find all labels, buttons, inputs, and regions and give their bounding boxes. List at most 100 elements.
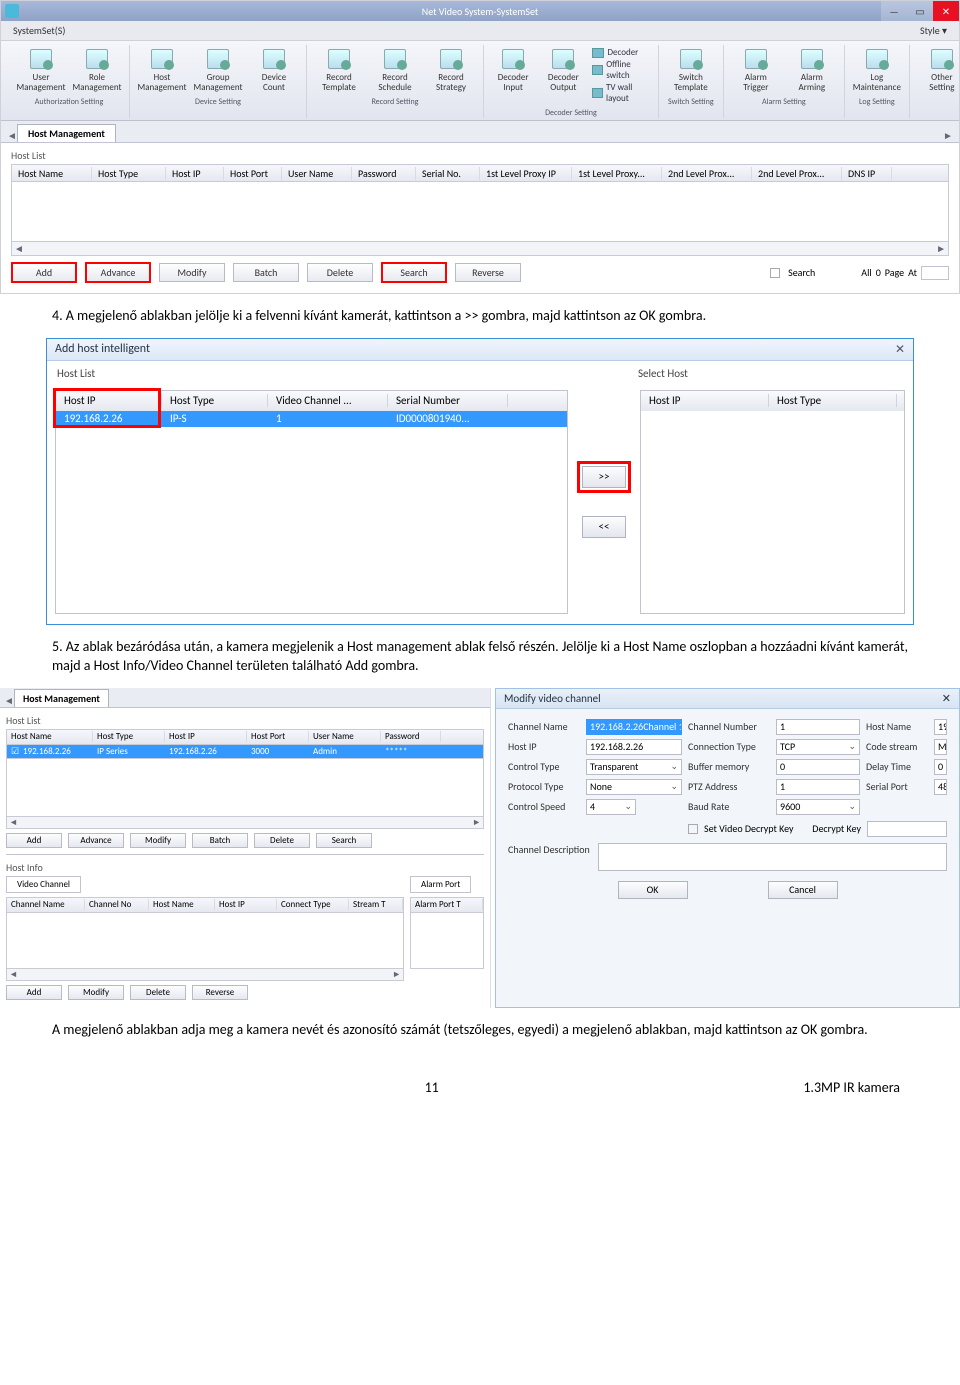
- close-icon[interactable]: ✕: [895, 342, 905, 357]
- column-header[interactable]: Host Port: [224, 167, 282, 180]
- advance-button[interactable]: Advance: [85, 262, 151, 283]
- serial-select[interactable]: 485-1: [934, 779, 947, 795]
- column-header[interactable]: 1st Level Proxy...: [572, 167, 662, 180]
- buffer-input[interactable]: 0: [776, 759, 860, 775]
- back-button[interactable]: <<: [582, 516, 626, 538]
- delete-button[interactable]: Delete: [307, 263, 373, 282]
- toolbar-role[interactable]: RoleManagement: [71, 45, 123, 95]
- scrollbar[interactable]: ◄►: [6, 817, 484, 829]
- scrollbar[interactable]: ◄►: [6, 969, 404, 981]
- column-header[interactable]: Serial Number: [388, 394, 508, 407]
- table-body[interactable]: [641, 411, 904, 613]
- column-header[interactable]: Serial No.: [416, 167, 480, 180]
- channel-desc-input[interactable]: [598, 843, 947, 871]
- column-header[interactable]: Host IP: [215, 899, 277, 910]
- table-body[interactable]: [6, 759, 484, 817]
- column-header[interactable]: Host Name: [7, 731, 93, 742]
- modify-button[interactable]: Modify: [159, 263, 225, 282]
- table-cell[interactable]: *****: [381, 746, 441, 757]
- reverse-button[interactable]: Reverse: [192, 985, 248, 1000]
- column-header[interactable]: Host Type: [162, 394, 268, 407]
- add-button[interactable]: Add: [11, 262, 77, 283]
- table-cell[interactable]: 192.168.2.26: [19, 746, 93, 757]
- column-header[interactable]: Password: [381, 731, 441, 742]
- toolbar-user[interactable]: UserManagement: [15, 45, 67, 95]
- column-header[interactable]: Channel No: [85, 899, 149, 910]
- column-header[interactable]: Host Name: [12, 167, 92, 180]
- toolbar-device[interactable]: DeviceCount: [248, 45, 300, 95]
- table-cell[interactable]: 192.168.2.26: [165, 746, 247, 757]
- add-host-titlebar[interactable]: Add host intelligent ✕: [47, 339, 913, 361]
- column-header[interactable]: User Name: [282, 167, 352, 180]
- toolbar-record[interactable]: RecordTemplate: [313, 45, 365, 95]
- column-header[interactable]: Video Channel ...: [268, 394, 388, 407]
- page-select[interactable]: [921, 266, 949, 280]
- video-channel-tab[interactable]: Video Channel: [6, 876, 81, 893]
- host-name-input[interactable]: 192.168.2.26: [934, 719, 947, 735]
- horizontal-scrollbar[interactable]: ◄►: [11, 242, 949, 256]
- toolbar-log[interactable]: LogMaintenance: [851, 45, 903, 95]
- table-body[interactable]: [410, 913, 484, 969]
- column-header[interactable]: 1st Level Proxy IP: [480, 167, 572, 180]
- column-header[interactable]: DNS IP: [842, 167, 892, 180]
- table-cell[interactable]: ID0000801940...: [388, 412, 508, 425]
- table-cell[interactable]: 3000: [247, 746, 309, 757]
- channel-number-input[interactable]: 1: [776, 719, 860, 735]
- toolbar-record[interactable]: RecordStrategy: [425, 45, 477, 95]
- column-header[interactable]: Host Name: [149, 899, 215, 910]
- column-header[interactable]: Host Type: [93, 731, 165, 742]
- column-header[interactable]: Host IP: [165, 731, 247, 742]
- toolbar-group[interactable]: GroupManagement: [192, 45, 244, 95]
- maximize-button[interactable]: ▭: [907, 1, 933, 21]
- delete-button[interactable]: Delete: [130, 985, 186, 1000]
- add-button[interactable]: Add: [6, 985, 62, 1000]
- advance-button[interactable]: Advance: [68, 833, 124, 848]
- menu-style[interactable]: Style ▾: [916, 23, 951, 38]
- column-header[interactable]: Host IP: [641, 394, 769, 407]
- column-header[interactable]: User Name: [309, 731, 381, 742]
- column-header[interactable]: 2nd Level Prox...: [662, 167, 752, 180]
- batch-button[interactable]: Batch: [192, 833, 248, 848]
- control-type-select[interactable]: Transparent: [586, 759, 682, 775]
- toolbar-decoder[interactable]: DecoderOutput: [540, 45, 586, 106]
- tab-next-icon[interactable]: ►: [943, 129, 953, 142]
- tab-prev-icon[interactable]: ◄: [7, 129, 17, 142]
- menu-systemset[interactable]: SystemSet(S): [9, 23, 69, 38]
- column-header[interactable]: Host Port: [247, 731, 309, 742]
- toolbar-other[interactable]: OtherSetting: [916, 45, 960, 95]
- host-list-body[interactable]: [11, 182, 949, 242]
- delete-button[interactable]: Delete: [254, 833, 310, 848]
- protocol-select[interactable]: None: [586, 779, 682, 795]
- table-cell[interactable]: Admin: [309, 746, 381, 757]
- close-icon[interactable]: ✕: [942, 692, 951, 705]
- ptz-input[interactable]: 1: [776, 779, 860, 795]
- connection-type-select[interactable]: TCP: [776, 739, 860, 755]
- toolbar-host[interactable]: HostManagement: [136, 45, 188, 95]
- toolbar-record[interactable]: RecordSchedule: [369, 45, 421, 95]
- decrypt-key-input[interactable]: [867, 821, 947, 837]
- search-checkbox[interactable]: [770, 268, 780, 278]
- table-cell[interactable]: IP Series: [93, 746, 165, 757]
- add-button[interactable]: Add: [6, 833, 62, 848]
- column-header[interactable]: 2nd Level Prox...: [752, 167, 842, 180]
- tab-prev-icon[interactable]: ◄: [4, 694, 14, 707]
- modify-button[interactable]: Modify: [130, 833, 186, 848]
- toolbar-alarm[interactable]: AlarmArming: [786, 45, 838, 95]
- search-button[interactable]: Search: [316, 833, 372, 848]
- column-header[interactable]: Password: [352, 167, 416, 180]
- close-button[interactable]: ✕: [933, 1, 959, 21]
- cancel-button[interactable]: Cancel: [768, 881, 838, 899]
- column-header[interactable]: Host Type: [92, 167, 166, 180]
- column-header[interactable]: Host Type: [769, 394, 897, 407]
- ok-button[interactable]: OK: [618, 881, 688, 899]
- host-ip-input[interactable]: 192.168.2.26: [586, 739, 682, 755]
- forward-button[interactable]: >>: [582, 466, 626, 488]
- table-cell[interactable]: IP-S: [162, 412, 268, 425]
- decrypt-key-checkbox[interactable]: [688, 824, 698, 834]
- toolbar-switch[interactable]: SwitchTemplate: [665, 45, 717, 95]
- toolbar-alarm[interactable]: AlarmTrigger: [730, 45, 782, 95]
- channel-name-input[interactable]: 192.168.2.26Channel 1: [586, 719, 682, 735]
- speed-select[interactable]: 4: [586, 799, 636, 815]
- search-button[interactable]: Search: [381, 262, 447, 283]
- column-header[interactable]: Connect Type: [277, 899, 349, 910]
